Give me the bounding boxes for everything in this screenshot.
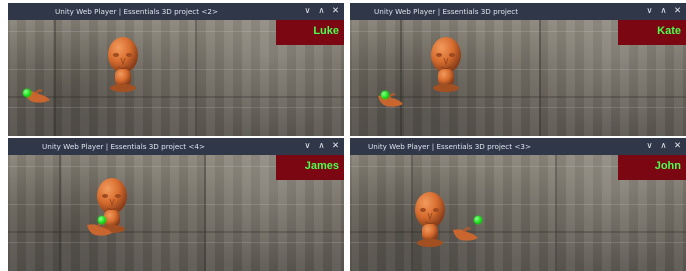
maximize-button[interactable]: ∧	[317, 4, 326, 19]
green-dot-icon	[23, 89, 31, 97]
maximize-button[interactable]: ∧	[659, 4, 668, 19]
green-dot-icon	[474, 216, 482, 224]
wall-seam	[195, 20, 197, 136]
window-titlebar[interactable]: Unity Web Player | Essentials 3D project…	[350, 3, 686, 20]
maximize-button[interactable]: ∧	[659, 139, 668, 154]
game-viewport[interactable]: James	[8, 155, 344, 271]
game-viewport[interactable]: Kate	[350, 20, 686, 136]
avatar-head-icon	[415, 192, 445, 247]
unity-player-window-luke[interactable]: Unity Web Player | Essentials 3D project…	[8, 3, 344, 136]
window-titlebar[interactable]: Unity Web Player | Essentials 3D project…	[8, 3, 344, 20]
window-controls: ∨ ∧ ✕	[645, 139, 682, 154]
player-name-panel: Luke	[276, 20, 344, 45]
close-button[interactable]: ✕	[673, 4, 682, 19]
unity-player-window-james[interactable]: Unity Web Player | Essentials 3D project…	[8, 138, 344, 271]
game-viewport[interactable]: John	[350, 155, 686, 271]
window-controls: ∨ ∧ ✕	[303, 139, 340, 154]
wall-seam	[204, 155, 206, 271]
wall-rail	[8, 96, 344, 98]
green-dot-icon	[381, 91, 389, 99]
window-titlebar[interactable]: Unity Web Player | Essentials 3D project…	[350, 138, 686, 155]
window-controls: ∨ ∧ ✕	[645, 4, 682, 19]
window-titlebar[interactable]: Unity Web Player | Essentials 3D project…	[8, 138, 344, 155]
player-name-panel: Kate	[618, 20, 686, 45]
wall-seam	[54, 20, 56, 136]
game-viewport[interactable]: Luke	[8, 20, 344, 136]
hand-icon	[453, 227, 478, 241]
close-button[interactable]: ✕	[331, 4, 340, 19]
close-button[interactable]: ✕	[331, 139, 340, 154]
wall-seam	[400, 20, 402, 136]
minimize-button[interactable]: ∨	[303, 4, 312, 19]
window-title: Unity Web Player | Essentials 3D project…	[55, 7, 218, 16]
window-title: Unity Web Player | Essentials 3D project…	[368, 142, 531, 151]
close-button[interactable]: ✕	[673, 139, 682, 154]
avatar-head-icon	[108, 37, 138, 92]
unity-player-window-john[interactable]: Unity Web Player | Essentials 3D project…	[350, 138, 686, 271]
player-name-panel: John	[618, 155, 686, 180]
wall-seam	[539, 20, 541, 136]
window-controls: ∨ ∧ ✕	[303, 4, 340, 19]
green-dot-icon	[98, 216, 106, 224]
wall-seam	[555, 155, 557, 271]
window-title: Unity Web Player | Essentials 3D project…	[42, 142, 205, 151]
unity-player-window-kate[interactable]: Unity Web Player | Essentials 3D project…	[350, 3, 686, 136]
minimize-button[interactable]: ∨	[645, 4, 654, 19]
avatar-head-icon	[431, 37, 461, 92]
minimize-button[interactable]: ∨	[303, 139, 312, 154]
player-name-panel: James	[276, 155, 344, 180]
window-title: Unity Web Player | Essentials 3D project	[374, 7, 519, 16]
maximize-button[interactable]: ∧	[317, 139, 326, 154]
wall-seam	[59, 155, 61, 271]
wall-rail	[350, 231, 686, 233]
wall-rail	[8, 231, 344, 233]
minimize-button[interactable]: ∨	[645, 139, 654, 154]
